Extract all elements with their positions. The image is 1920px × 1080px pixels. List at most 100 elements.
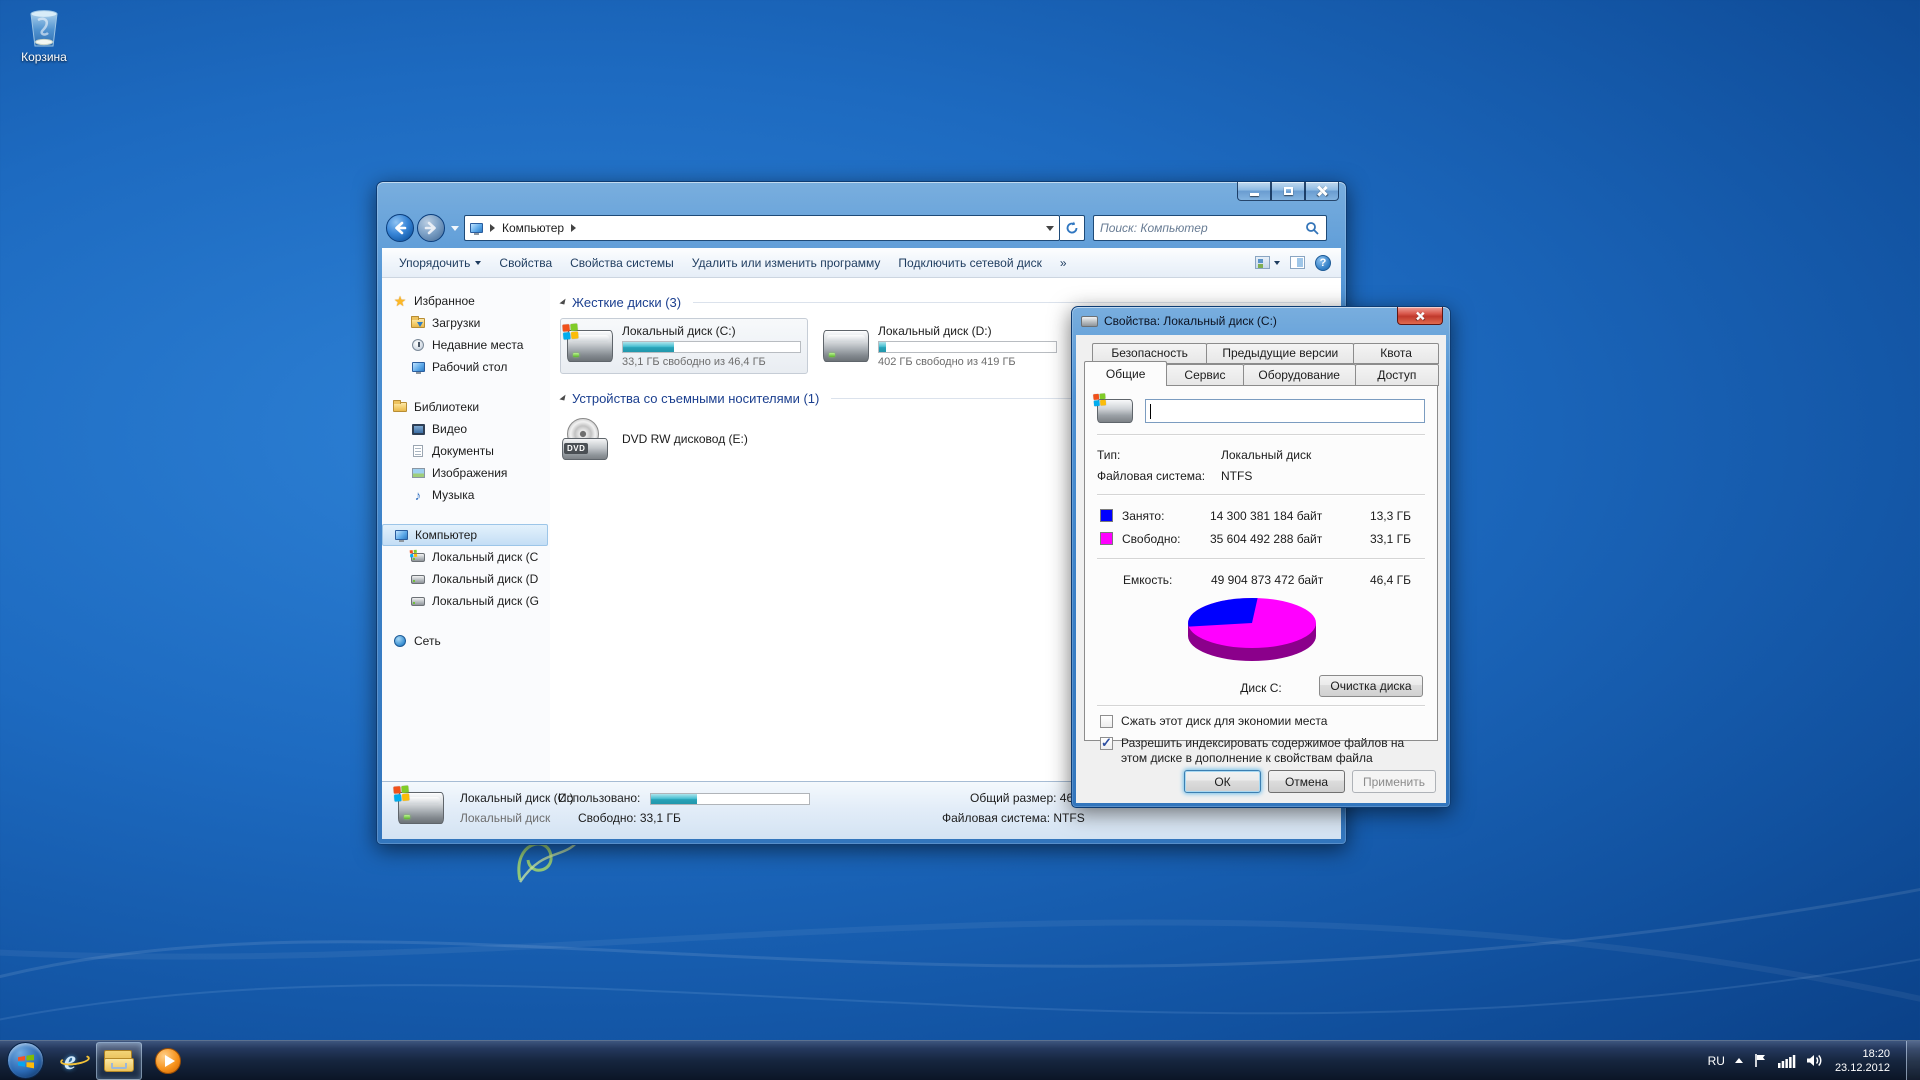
organize-menu[interactable]: Упорядочить [390,248,490,278]
overflow-chevron: » [1060,248,1067,278]
pictures-icon [412,468,425,478]
tab-tools[interactable]: Сервис [1166,364,1243,386]
start-button[interactable] [7,1042,44,1079]
toolbar-overflow[interactable]: » [1051,248,1076,278]
sidebar-item-downloads[interactable]: Загрузки [382,312,550,334]
tab-quota[interactable]: Квота [1353,343,1439,364]
help-button[interactable] [1315,255,1331,271]
disk-usage-pie-chart: Диск C: Очистка диска [1097,593,1425,697]
type-value: Локальный диск [1221,448,1311,462]
tab-general[interactable]: Общие [1084,361,1167,386]
system-properties-label: Свойства системы [570,248,674,278]
recent-pages-dropdown[interactable] [451,226,459,231]
sidebar-label: Недавние места [432,338,523,352]
action-center-flag-icon[interactable] [1753,1053,1768,1068]
close-button[interactable] [1305,182,1339,201]
taskbar-ie-button[interactable]: e [47,1042,93,1080]
refresh-button[interactable] [1060,215,1085,241]
address-bar[interactable]: Компьютер [464,215,1060,241]
ok-label: ОК [1214,775,1230,789]
used-size: 13,3 ГБ [1370,509,1411,523]
taskbar-wmp-button[interactable] [145,1042,191,1080]
sidebar-item-pictures[interactable]: Изображения [382,462,550,484]
dialog-close-button[interactable] [1397,307,1443,325]
recycle-bin[interactable]: Корзина [12,6,76,64]
network-signal-icon[interactable] [1778,1054,1796,1068]
address-dropdown-icon[interactable] [1046,226,1054,231]
hidden-icons-button[interactable] [1735,1058,1743,1063]
apply-button[interactable]: Применить [1352,770,1436,793]
sidebar-item-video[interactable]: Видео [382,418,550,440]
filesystem-label: Файловая система: [1097,469,1221,483]
breadcrumb-location[interactable]: Компьютер [502,221,564,235]
breadcrumb-arrow-icon[interactable] [571,224,576,232]
sidebar-item-network[interactable]: Сеть [382,630,550,652]
sidebar-item-disk-g[interactable]: Локальный диск (G [382,590,550,612]
search-box[interactable] [1093,215,1327,241]
sidebar-item-recent-places[interactable]: Недавние места [382,334,550,356]
language-indicator[interactable]: RU [1708,1054,1725,1068]
cancel-button[interactable]: Отмена [1268,770,1345,793]
maximize-button[interactable] [1271,182,1305,201]
maximize-icon [1284,187,1293,195]
hard-drive-icon [823,330,869,362]
drive-icon [411,575,425,584]
tab-previous-versions[interactable]: Предыдущие версии [1206,343,1354,364]
windows-flag-icon [393,785,411,803]
tray-date: 23.12.2012 [1835,1061,1890,1075]
forward-button[interactable] [417,214,445,242]
tab-hardware[interactable]: Оборудование [1243,364,1356,386]
show-desktop-button[interactable] [1906,1041,1920,1080]
clock[interactable]: 18:20 23.12.2012 [1835,1047,1890,1075]
taskbar-explorer-button[interactable] [96,1042,142,1080]
tab-sharing[interactable]: Доступ [1355,364,1439,386]
disk-c-tile[interactable]: Локальный диск (C:) 33,1 ГБ свободно из … [560,318,808,374]
uninstall-command[interactable]: Удалить или изменить программу [683,248,890,278]
disk-d-tile[interactable]: Локальный диск (D:) 402 ГБ свободно из 4… [816,318,1064,374]
media-player-icon [155,1048,181,1074]
ok-button[interactable]: ОК [1184,770,1261,793]
navigation-pane: ★Избранное Загрузки Недавние места Рабоч… [382,278,550,781]
sidebar-item-disk-d[interactable]: Локальный диск (D [382,568,550,590]
minimize-button[interactable] [1237,182,1271,201]
system-properties-command[interactable]: Свойства системы [561,248,683,278]
taskbar: e RU 18:20 23.12.2012 [0,1040,1920,1080]
breadcrumb-arrow-icon[interactable] [490,224,495,232]
preview-pane-button[interactable] [1290,256,1305,269]
search-icon[interactable] [1305,221,1320,236]
volume-icon[interactable] [1806,1053,1823,1068]
system-tray: RU 18:20 23.12.2012 [1708,1041,1920,1080]
sidebar-item-libraries[interactable]: Библиотеки [382,396,550,418]
disk-cleanup-label: Очистка диска [1330,679,1411,693]
cancel-label: Отмена [1285,775,1328,789]
back-button[interactable] [386,214,414,242]
drive-c-icon [411,553,425,562]
properties-command[interactable]: Свойства [490,248,561,278]
hard-drive-icon [567,330,613,362]
explorer-titlebar[interactable] [377,182,1346,208]
disk-usage-bar [878,341,1057,353]
sidebar-label: Локальный диск (G [432,594,539,608]
volume-label-input[interactable] [1146,400,1424,422]
sidebar-item-favorites[interactable]: ★Избранное [382,290,550,312]
index-checkbox-row[interactable]: Разрешить индексировать содержимое файло… [1097,736,1425,766]
search-input[interactable] [1100,221,1305,235]
change-view-button[interactable] [1255,256,1280,269]
index-checkbox[interactable] [1100,737,1113,750]
general-tab-page: Тип:Локальный диск Файловая система:NTFS… [1084,385,1438,741]
sidebar-label: Избранное [414,294,475,308]
sidebar-item-computer[interactable]: Компьютер [382,524,548,546]
compress-checkbox[interactable] [1100,715,1113,728]
map-drive-command[interactable]: Подключить сетевой диск [889,248,1050,278]
downloads-folder-icon [411,318,425,328]
sidebar-item-documents[interactable]: Документы [382,440,550,462]
sidebar-item-desktop[interactable]: Рабочий стол [382,356,550,378]
dialog-titlebar[interactable]: Свойства: Локальный диск (C:) [1072,307,1450,335]
compress-checkbox-row[interactable]: Сжать этот диск для экономии места [1097,714,1425,729]
minimize-icon [1250,193,1259,196]
disk-cleanup-button[interactable]: Очистка диска [1319,675,1423,697]
sidebar-item-music[interactable]: ♪Музыка [382,484,550,506]
sidebar-item-disk-c[interactable]: Локальный диск (C [382,546,550,568]
volume-label-field[interactable] [1145,399,1425,423]
navigation-bar: Компьютер [382,208,1341,248]
